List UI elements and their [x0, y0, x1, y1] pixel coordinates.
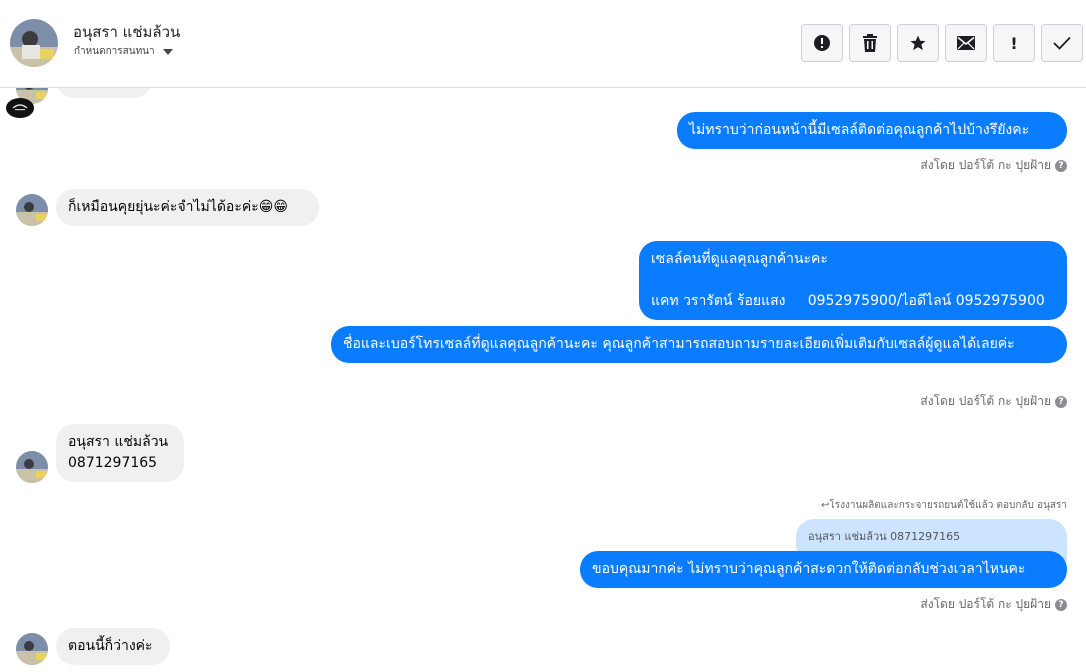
message-bubble-incoming[interactable]: อนุสรา แช่มล้วน 0871297165	[56, 424, 184, 482]
contact-avatar-small	[16, 451, 48, 483]
mark-spam-button[interactable]	[801, 24, 843, 62]
help-icon[interactable]: ?	[1055, 598, 1067, 611]
reply-note: ↩︎โรงงานผลิตและกระจายรถยนต์ใช้แล้ว ตอบกล…	[820, 500, 1067, 511]
delete-button[interactable]	[849, 24, 891, 62]
alert-circle-icon	[814, 35, 830, 51]
conversation-schedule-label: กำหนดการสนทนา	[74, 46, 155, 57]
message-bubble-outgoing[interactable]: ขอบคุณมากค่ะ ไม่ทราบว่าคุณลูกค้าสะดวกให้…	[580, 551, 1067, 588]
caret-down-icon	[162, 48, 173, 55]
mark-done-button[interactable]	[1041, 24, 1083, 62]
contact-avatar-small	[16, 194, 48, 226]
mark-unread-button[interactable]	[945, 24, 987, 62]
contact-avatar-small	[16, 633, 48, 665]
follow-up-button[interactable]: !	[993, 24, 1035, 62]
conversation-schedule-dropdown[interactable]: กำหนดการสนทนา	[74, 44, 173, 59]
sent-by-text: ส่งโดย ปอร์โต้ กะ ปุยฝ้าย	[920, 394, 1051, 408]
sent-by-label: ส่งโดย ปอร์โต้ กะ ปุยฝ้าย ?	[920, 595, 1067, 614]
check-icon	[1053, 36, 1071, 50]
message-bubble-outgoing[interactable]: เซลล์คนที่ดูแลคุณลูกค้านะคะ แคท วรารัตน์…	[639, 241, 1067, 320]
message-bubble-incoming-partial	[56, 88, 152, 98]
help-icon[interactable]: ?	[1055, 395, 1067, 408]
trash-icon	[863, 34, 877, 52]
conversation-header: อนุสรา แช่มล้วน กำหนดการสนทนา !	[0, 0, 1086, 88]
sent-by-text: ส่งโดย ปอร์โต้ กะ ปุยฝ้าย	[920, 158, 1051, 172]
page-logo-icon	[6, 98, 34, 118]
sent-by-label: ส่งโดย ปอร์โต้ กะ ปุยฝ้าย ?	[920, 392, 1067, 411]
star-button[interactable]	[897, 24, 939, 62]
contact-avatar[interactable]	[10, 19, 58, 67]
message-bubble-outgoing[interactable]: ชื่อและเบอร์โทรเซลล์ที่ดูแลคุณลูกค้านะคะ…	[331, 326, 1067, 363]
contact-name[interactable]: อนุสรา แช่มล้วน	[73, 20, 180, 44]
message-thread[interactable]: ไม่ทราบว่าก่อนหน้านี้มีเซลล์ติดต่อคุณลูก…	[0, 88, 1086, 672]
message-bubble-outgoing[interactable]: ไม่ทราบว่าก่อนหน้านี้มีเซลล์ติดต่อคุณลูก…	[677, 112, 1067, 149]
star-icon	[910, 35, 926, 51]
message-bubble-incoming[interactable]: ก็เหมือนคุยยุ่นะค่ะจำไม่ได้อะค่ะ😁😁	[56, 189, 319, 226]
help-icon[interactable]: ?	[1055, 159, 1067, 172]
header-toolbar: !	[801, 24, 1083, 62]
message-bubble-incoming[interactable]: ตอนนี้ก็ว่างค่ะ	[56, 628, 170, 665]
sent-by-label: ส่งโดย ปอร์โต้ กะ ปุยฝ้าย ?	[920, 156, 1067, 175]
sent-by-text: ส่งโดย ปอร์โต้ กะ ปุยฝ้าย	[920, 597, 1051, 611]
exclamation-icon: !	[1010, 33, 1018, 53]
mail-icon	[957, 36, 975, 50]
